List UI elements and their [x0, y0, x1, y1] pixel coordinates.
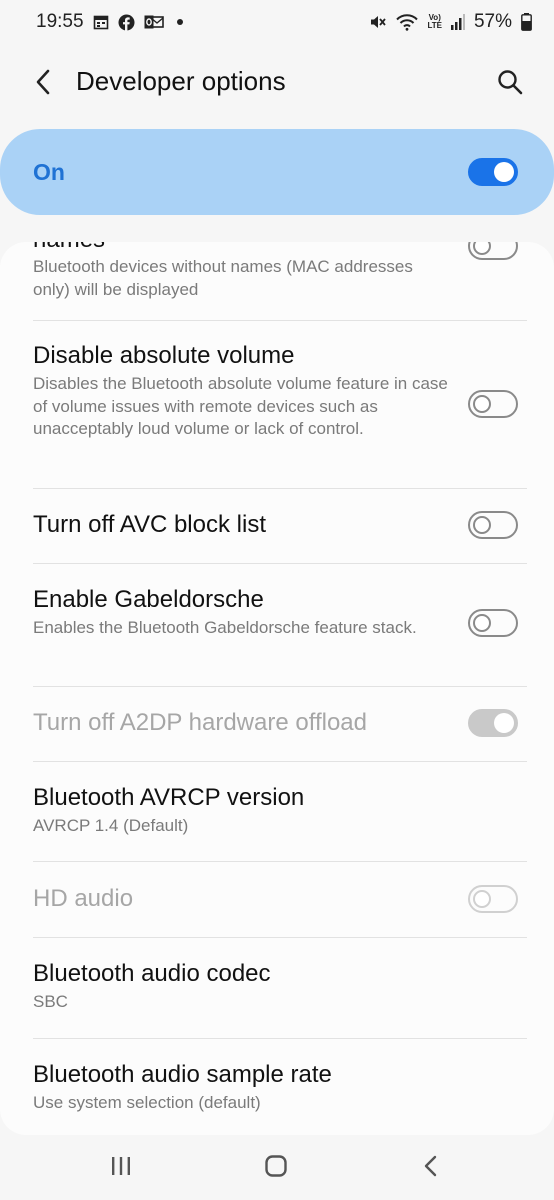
- setting-turn-off-a2dp-hardware-offload: Turn off A2DP hardware offload: [0, 708, 554, 738]
- toggle-knob: [494, 162, 514, 182]
- settings-list: names Bluetooth devices without names (M…: [0, 242, 554, 1135]
- master-toggle[interactable]: [468, 158, 518, 186]
- setting-title: names: [33, 242, 105, 255]
- signal-icon: [450, 14, 465, 30]
- status-bar: 19:55 Vo) LTE 57%: [0, 0, 554, 44]
- setting-hd-audio: HD audio: [0, 884, 554, 914]
- facebook-icon: [118, 14, 135, 31]
- setting-bluetooth-avrcp-version[interactable]: Bluetooth AVRCP version AVRCP 1.4 (Defau…: [0, 783, 554, 838]
- app-header: Developer options: [0, 52, 554, 112]
- notification-dot-icon: [176, 19, 183, 25]
- toggle-knob: [473, 395, 491, 413]
- setting-title: Disable absolute volume: [33, 342, 295, 369]
- calendar-icon: [93, 14, 109, 30]
- nav-back-button[interactable]: [411, 1146, 451, 1186]
- divider: [33, 488, 527, 489]
- search-button[interactable]: [494, 66, 526, 98]
- divider: [33, 937, 527, 938]
- setting-title: Enable Gabeldorsche: [33, 586, 264, 613]
- divider: [33, 1038, 527, 1039]
- setting-show-bluetooth-without-names[interactable]: names Bluetooth devices without names (M…: [0, 242, 554, 320]
- page-title: Developer options: [76, 66, 286, 96]
- volte-bottom-text: LTE: [427, 21, 442, 30]
- toggle-knob: [473, 516, 491, 534]
- back-button[interactable]: [28, 66, 60, 98]
- setting-disable-absolute-volume[interactable]: Disable absolute volume Disables the Blu…: [0, 341, 554, 441]
- system-nav-bar: [0, 1140, 554, 1200]
- setting-toggle[interactable]: [468, 390, 518, 418]
- setting-turn-off-avc-block-list[interactable]: Turn off AVC block list: [0, 510, 554, 540]
- master-switch-label: On: [33, 158, 65, 185]
- setting-description: Disables the Bluetooth absolute volume f…: [33, 374, 448, 438]
- wifi-icon: [396, 13, 419, 31]
- back-icon: [424, 1155, 437, 1177]
- setting-description: AVRCP 1.4 (Default): [33, 816, 189, 835]
- setting-title: Turn off AVC block list: [33, 511, 266, 538]
- mute-icon: [369, 13, 387, 31]
- toggle-knob: [473, 614, 491, 632]
- divider: [33, 761, 527, 762]
- setting-toggle: [468, 885, 518, 913]
- setting-bluetooth-audio-sample-rate[interactable]: Bluetooth audio sample rate Use system s…: [0, 1060, 554, 1115]
- setting-toggle: [468, 709, 518, 737]
- home-icon: [265, 1155, 287, 1177]
- setting-description: SBC: [33, 992, 68, 1011]
- toggle-knob: [494, 713, 514, 733]
- divider: [33, 563, 527, 564]
- divider: [33, 686, 527, 687]
- setting-description: Bluetooth devices without names (MAC add…: [33, 257, 413, 299]
- master-switch-bar[interactable]: On: [0, 129, 554, 215]
- setting-toggle[interactable]: [468, 242, 518, 260]
- battery-icon: [521, 13, 532, 31]
- setting-bluetooth-audio-codec[interactable]: Bluetooth audio codec SBC: [0, 959, 554, 1014]
- volte-icon: Vo) LTE: [427, 14, 442, 30]
- home-button[interactable]: [256, 1146, 296, 1186]
- chevron-left-icon: [36, 69, 50, 95]
- recents-icon: [112, 1157, 130, 1175]
- setting-toggle[interactable]: [468, 609, 518, 637]
- recents-button[interactable]: [101, 1146, 141, 1186]
- divider: [33, 861, 527, 862]
- battery-percent: 57%: [473, 11, 512, 32]
- setting-description: Use system selection (default): [33, 1093, 261, 1112]
- setting-title: Bluetooth audio codec: [33, 960, 271, 987]
- setting-title: Bluetooth audio sample rate: [33, 1061, 332, 1088]
- toggle-knob: [473, 890, 491, 908]
- search-icon: [498, 70, 523, 95]
- outlook-icon: [144, 14, 164, 30]
- setting-toggle[interactable]: [468, 511, 518, 539]
- setting-enable-gabeldorsche[interactable]: Enable Gabeldorsche Enables the Bluetoot…: [0, 585, 554, 640]
- status-time: 19:55: [36, 11, 84, 32]
- divider: [33, 320, 527, 321]
- toggle-knob: [473, 242, 491, 255]
- setting-title: Bluetooth AVRCP version: [33, 784, 305, 811]
- setting-title: Turn off A2DP hardware offload: [33, 709, 367, 736]
- setting-description: Enables the Bluetooth Gabeldorsche featu…: [33, 618, 417, 637]
- setting-title: HD audio: [33, 885, 134, 912]
